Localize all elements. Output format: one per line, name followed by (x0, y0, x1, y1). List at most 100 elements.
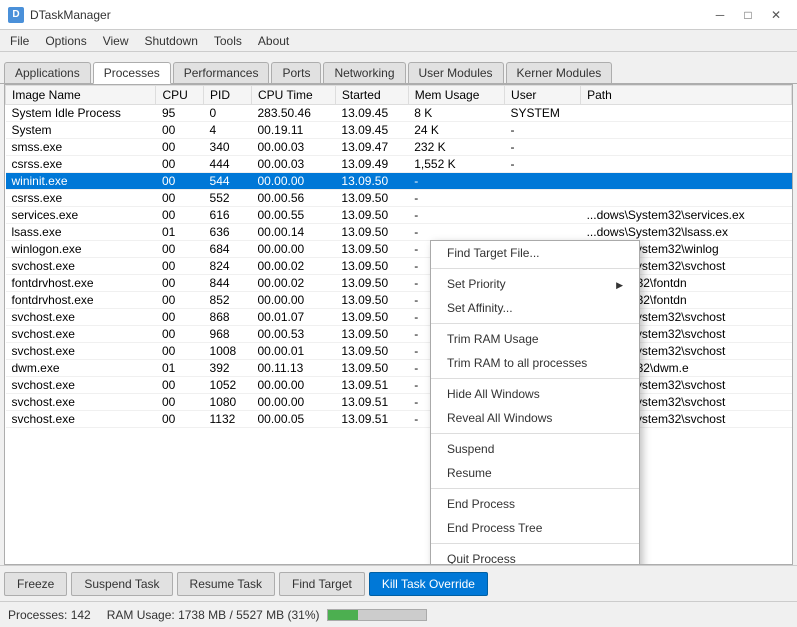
context-menu-item[interactable]: End Process (431, 492, 639, 516)
table-cell: 1008 (204, 343, 252, 360)
col-header-user[interactable]: User (505, 86, 581, 105)
table-cell: ...dows\System32\services.ex (581, 207, 792, 224)
table-row[interactable]: System Idle Process950283.50.4613.09.458… (6, 105, 792, 122)
table-row[interactable]: svchost.exe00100800.00.0113.09.50-...dow… (6, 343, 792, 360)
table-row[interactable]: wininit.exe0054400.00.0013.09.50- (6, 173, 792, 190)
table-cell: 13.09.49 (335, 156, 408, 173)
main-area: Image NameCPUPIDCPU TimeStartedMem Usage… (4, 84, 793, 565)
table-row[interactable]: csrss.exe0055200.00.5613.09.50- (6, 190, 792, 207)
table-row[interactable]: winlogon.exe0068400.00.0013.09.50-...dow… (6, 241, 792, 258)
col-header-started[interactable]: Started (335, 86, 408, 105)
table-row[interactable]: svchost.exe0086800.01.0713.09.50-...dows… (6, 309, 792, 326)
window-controls: ─ □ ✕ (707, 4, 789, 26)
table-row[interactable]: svchost.exe0082400.00.0213.09.50-...dows… (6, 258, 792, 275)
table-cell: - (505, 156, 581, 173)
table-row[interactable]: dwm.exe0139200.11.1313.09.50-...System32… (6, 360, 792, 377)
table-cell: smss.exe (6, 139, 156, 156)
table-cell: 13.09.50 (335, 190, 408, 207)
tab-user-modules[interactable]: User Modules (408, 62, 504, 83)
table-cell: 00.00.01 (252, 343, 336, 360)
context-menu-item[interactable]: Set Priority (431, 272, 639, 296)
col-header-pid[interactable]: PID (204, 86, 252, 105)
table-cell: csrss.exe (6, 190, 156, 207)
menu-item-tools[interactable]: Tools (206, 30, 250, 51)
table-cell: 00 (156, 275, 204, 292)
table-cell: 13.09.50 (335, 360, 408, 377)
table-row[interactable]: smss.exe0034000.00.0313.09.47232 K- (6, 139, 792, 156)
table-cell: 00.00.00 (252, 394, 336, 411)
col-header-mem-usage[interactable]: Mem Usage (408, 86, 504, 105)
menu-item-options[interactable]: Options (37, 30, 94, 51)
tab-ports[interactable]: Ports (271, 62, 321, 83)
table-body: System Idle Process950283.50.4613.09.458… (6, 105, 792, 428)
table-row[interactable]: lsass.exe0163600.00.1413.09.50-...dows\S… (6, 224, 792, 241)
table-row[interactable]: System00400.19.1113.09.4524 K- (6, 122, 792, 139)
menu-item-view[interactable]: View (95, 30, 137, 51)
toolbar-btn-resume-task[interactable]: Resume Task (177, 572, 275, 596)
table-row[interactable]: svchost.exe0096800.00.5313.09.50-...dows… (6, 326, 792, 343)
table-row[interactable]: fontdrvhost.exe0084400.00.0213.09.50-...… (6, 275, 792, 292)
col-header-cpu-time[interactable]: CPU Time (252, 86, 336, 105)
menu-bar: FileOptionsViewShutdownToolsAbout (0, 30, 797, 52)
table-wrapper[interactable]: Image NameCPUPIDCPU TimeStartedMem Usage… (5, 85, 792, 564)
table-cell: 00 (156, 343, 204, 360)
close-button[interactable]: ✕ (763, 4, 789, 26)
minimize-button[interactable]: ─ (707, 4, 733, 26)
context-menu-item[interactable]: End Process Tree (431, 516, 639, 540)
toolbar-btn-kill-task-override[interactable]: Kill Task Override (369, 572, 488, 596)
maximize-button[interactable]: □ (735, 4, 761, 26)
tab-performances[interactable]: Performances (173, 62, 270, 83)
table-row[interactable]: fontdrvhost.exe0085200.00.0013.09.50-...… (6, 292, 792, 309)
context-menu-item[interactable]: Quit Process (431, 547, 639, 565)
table-cell: 684 (204, 241, 252, 258)
table-cell: dwm.exe (6, 360, 156, 377)
table-cell: svchost.exe (6, 411, 156, 428)
table-row[interactable]: services.exe0061600.00.5513.09.50-...dow… (6, 207, 792, 224)
context-menu-item[interactable]: Trim RAM to all processes (431, 351, 639, 375)
col-header-path[interactable]: Path (581, 86, 792, 105)
menu-item-about[interactable]: About (250, 30, 297, 51)
table-row[interactable]: csrss.exe0044400.00.0313.09.491,552 K- (6, 156, 792, 173)
table-cell: 00 (156, 326, 204, 343)
table-row[interactable]: svchost.exe00113200.00.0513.09.51-...dow… (6, 411, 792, 428)
menu-item-file[interactable]: File (2, 30, 37, 51)
app-icon: D (8, 7, 24, 23)
ram-usage: RAM Usage: 1738 MB / 5527 MB (31%) (107, 608, 427, 622)
table-cell: 13.09.45 (335, 105, 408, 122)
table-cell: 8 K (408, 105, 504, 122)
context-menu-item[interactable]: Trim RAM Usage (431, 327, 639, 351)
table-cell: 13.09.50 (335, 326, 408, 343)
table-cell (505, 190, 581, 207)
table-cell: 00 (156, 309, 204, 326)
table-cell: 13.09.47 (335, 139, 408, 156)
table-cell: 00.00.03 (252, 139, 336, 156)
toolbar-btn-freeze[interactable]: Freeze (4, 572, 67, 596)
context-menu-item[interactable]: Reveal All Windows (431, 406, 639, 430)
toolbar-btn-find-target[interactable]: Find Target (279, 572, 365, 596)
table-cell: 13.09.51 (335, 394, 408, 411)
tab-kerner-modules[interactable]: Kerner Modules (506, 62, 613, 83)
toolbar-btn-suspend-task[interactable]: Suspend Task (71, 572, 172, 596)
table-cell: 13.09.50 (335, 343, 408, 360)
menu-item-shutdown[interactable]: Shutdown (137, 30, 206, 51)
context-menu-item[interactable]: Resume (431, 461, 639, 485)
tab-networking[interactable]: Networking (323, 62, 405, 83)
tab-applications[interactable]: Applications (4, 62, 91, 83)
table-cell: 00.00.00 (252, 173, 336, 190)
context-menu-item[interactable]: Set Affinity... (431, 296, 639, 320)
col-header-cpu[interactable]: CPU (156, 86, 204, 105)
table-cell: 0 (204, 105, 252, 122)
tab-processes[interactable]: Processes (93, 62, 171, 84)
table-row[interactable]: svchost.exe00105200.00.0013.09.51-...dow… (6, 377, 792, 394)
table-cell: - (408, 190, 504, 207)
col-header-image-name[interactable]: Image Name (6, 86, 156, 105)
table-cell: svchost.exe (6, 258, 156, 275)
table-cell: 824 (204, 258, 252, 275)
context-menu-item[interactable]: Find Target File... (431, 241, 639, 265)
table-row[interactable]: svchost.exe00108000.00.0013.09.51-...dow… (6, 394, 792, 411)
title-bar: D DTaskManager ─ □ ✕ (0, 0, 797, 30)
context-menu-item[interactable]: Suspend (431, 437, 639, 461)
table-cell: 01 (156, 360, 204, 377)
context-menu: Find Target File... Set PrioritySet Affin… (430, 240, 640, 565)
context-menu-item[interactable]: Hide All Windows (431, 382, 639, 406)
